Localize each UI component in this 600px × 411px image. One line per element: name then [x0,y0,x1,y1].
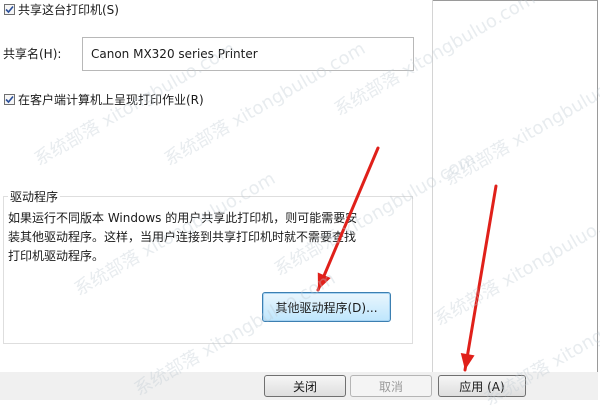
drivers-description-line: 如果运行不同版本 Windows 的用户共享此打印机，则可能需要安 [8,211,358,225]
sharing-panel: 共享这台打印机(S) 共享名(H): Canon MX320 series Pr… [0,0,433,372]
share-name-label: 共享名(H): [3,47,62,61]
drivers-group-title: 驱动程序 [8,188,61,205]
share-printer-row[interactable]: 共享这台打印机(S) [4,1,119,18]
share-printer-checkbox[interactable] [4,4,15,15]
drivers-description-line: 打印机驱动程序。 [8,249,105,263]
cancel-button[interactable]: 取消 [350,375,432,397]
share-name-input[interactable]: Canon MX320 series Printer [82,37,414,71]
apply-button[interactable]: 应用 (A) [438,375,526,397]
render-jobs-checkbox[interactable] [4,94,15,105]
close-button[interactable]: 关闭 [264,375,346,397]
additional-drivers-button[interactable]: 其他驱动程序(D)... [262,292,391,322]
drivers-description-line: 装其他驱动程序。这样，当用户连接到共享打印机时就不需要查找 [8,230,357,244]
share-printer-label: 共享这台打印机(S) [18,3,119,17]
checkmark-icon [5,5,14,14]
render-jobs-row[interactable]: 在客户端计算机上呈现打印作业(R) [4,91,204,108]
render-jobs-label: 在客户端计算机上呈现打印作业(R) [18,93,204,107]
checkmark-icon [5,95,14,104]
drivers-description: 如果运行不同版本 Windows 的用户共享此打印机，则可能需要安 装其他驱动程… [8,209,408,266]
